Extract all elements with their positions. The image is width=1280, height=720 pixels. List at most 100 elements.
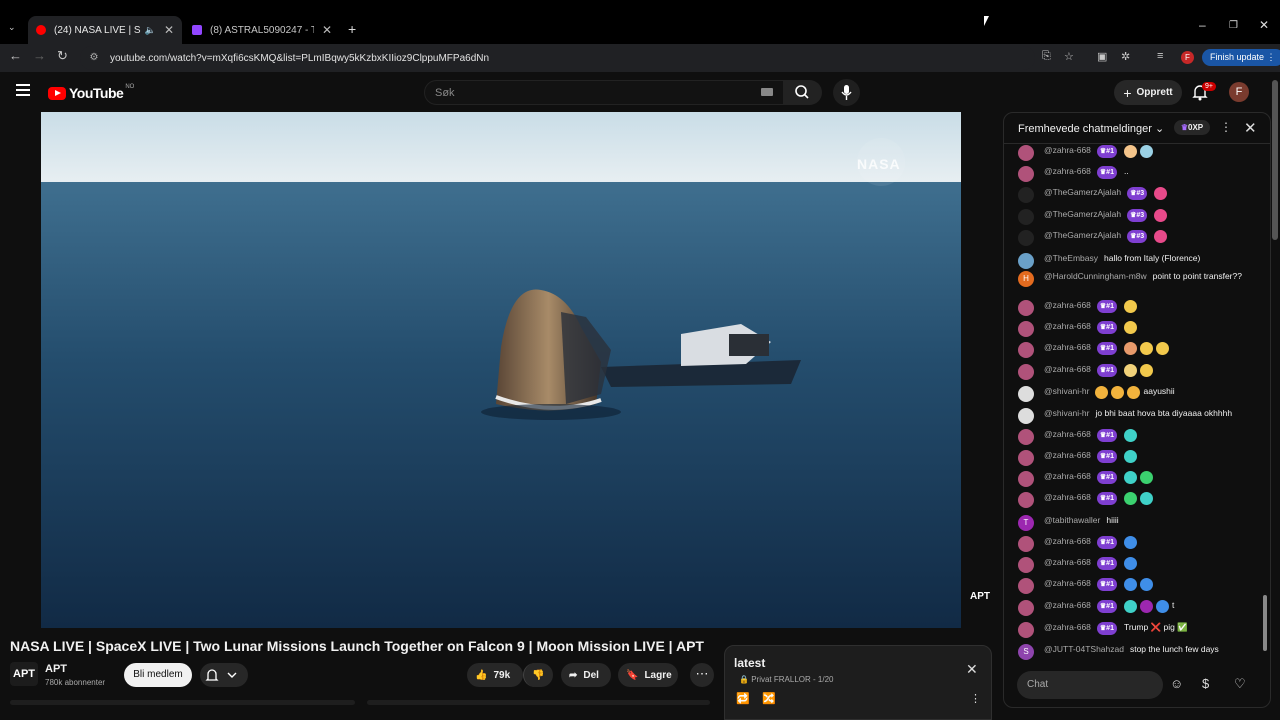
chat-author-name[interactable]: @tabithawaller: [1044, 515, 1100, 525]
media-controls-icon[interactable]: ≡: [1157, 50, 1163, 62]
finish-update-button[interactable]: Finish update ⋮: [1202, 49, 1280, 66]
chat-message[interactable]: @zahra-668 ♛#1..: [1018, 166, 1250, 182]
chat-author-name[interactable]: @zahra-668: [1044, 600, 1091, 610]
chat-author-avatar[interactable]: [1018, 386, 1034, 402]
chat-author-name[interactable]: @zahra-668: [1044, 342, 1091, 352]
chat-message[interactable]: @zahra-668 ♛#1: [1018, 321, 1250, 337]
hamburger-menu-icon[interactable]: [16, 84, 30, 96]
like-button[interactable]: 👍 79k: [467, 663, 523, 687]
chat-author-avatar[interactable]: [1018, 300, 1034, 316]
chat-author-avatar[interactable]: T: [1018, 515, 1034, 531]
chat-author-avatar[interactable]: [1018, 578, 1034, 594]
chat-message[interactable]: @zahra-668 ♛#1: [1018, 300, 1250, 316]
chat-message[interactable]: @zahra-668 ♛#1: [1018, 471, 1250, 487]
forward-arrow-icon[interactable]: →: [33, 48, 46, 63]
chat-message[interactable]: @shivani-hr jo bhi baat hova bta diyaaaa …: [1018, 408, 1250, 424]
chat-author-avatar[interactable]: [1018, 536, 1034, 552]
chat-message[interactable]: S @JUTT-04TShahzad stop the lunch few days: [1018, 644, 1250, 660]
youtube-logo[interactable]: YouTube NO: [48, 84, 134, 101]
chat-menu-icon[interactable]: ⋮: [1220, 120, 1232, 134]
subscription-bell-button[interactable]: [200, 663, 248, 687]
emoji-picker-icon[interactable]: ☺: [1170, 676, 1183, 691]
account-avatar[interactable]: F: [1229, 82, 1249, 102]
chat-message[interactable]: @shivani-hr aayushii: [1018, 386, 1250, 402]
chat-author-name[interactable]: @JUTT-04TShahzad: [1044, 644, 1124, 654]
chat-message[interactable]: @zahra-668 ♛#1: [1018, 364, 1250, 380]
chat-author-avatar[interactable]: [1018, 230, 1034, 246]
chat-author-avatar[interactable]: [1018, 429, 1034, 445]
close-tab-icon[interactable]: ✕: [322, 23, 332, 37]
chat-author-name[interactable]: @shivani-hr: [1044, 386, 1089, 396]
chat-author-name[interactable]: @zahra-668: [1044, 429, 1091, 439]
chat-author-name[interactable]: @TheEmbasy: [1044, 253, 1098, 263]
chat-author-name[interactable]: @TheGamerzAjalah: [1044, 187, 1121, 197]
speaker-icon[interactable]: 🔈: [145, 25, 156, 36]
back-arrow-icon[interactable]: ←: [9, 48, 22, 63]
shuffle-icon[interactable]: 🔀: [762, 692, 776, 705]
minimize-window-icon[interactable]: –: [1199, 18, 1206, 32]
keyboard-icon[interactable]: [761, 88, 773, 96]
bookmark-star-icon[interactable]: ☆: [1064, 50, 1074, 63]
chat-message[interactable]: @zahra-668 ♛#1: [1018, 578, 1250, 594]
channel-watermark[interactable]: APT: [966, 591, 994, 613]
chat-author-avatar[interactable]: [1018, 209, 1034, 225]
chat-author-avatar[interactable]: [1018, 408, 1034, 424]
chat-author-name[interactable]: @zahra-668: [1044, 145, 1091, 155]
chat-author-avatar[interactable]: [1018, 166, 1034, 182]
super-chat-icon[interactable]: $: [1202, 676, 1209, 691]
chat-author-name[interactable]: @zahra-668: [1044, 300, 1091, 310]
chat-author-avatar[interactable]: [1018, 187, 1034, 203]
tab-search-chevron-icon[interactable]: ⌄: [8, 22, 16, 33]
chat-message[interactable]: @zahra-668 ♛#1: [1018, 492, 1250, 508]
share-button[interactable]: ➦ Del: [561, 663, 611, 687]
chat-author-name[interactable]: @HaroldCunningham-m8w: [1044, 271, 1147, 281]
chat-scrollbar[interactable]: [1263, 147, 1267, 662]
site-info-icon[interactable]: ⚙: [88, 52, 100, 64]
tab-groups-icon[interactable]: ▣: [1097, 50, 1107, 63]
chat-author-name[interactable]: @zahra-668: [1044, 578, 1091, 588]
chat-message[interactable]: @zahra-668 ♛#1 Trump ❌ pig ✅: [1018, 622, 1250, 638]
chat-author-name[interactable]: @TheGamerzAjalah: [1044, 230, 1121, 240]
video-player[interactable]: NASA: [41, 112, 961, 628]
chat-author-name[interactable]: @zahra-668: [1044, 321, 1091, 331]
playlist-menu-icon[interactable]: ⋮: [970, 692, 981, 705]
tab-twitch[interactable]: (8) ASTRAL5090247 - Twitch ✕: [184, 16, 340, 44]
dislike-button[interactable]: 👎: [523, 663, 553, 687]
chat-author-avatar[interactable]: [1018, 321, 1034, 337]
heart-icon[interactable]: ♡: [1234, 676, 1246, 692]
chat-author-avatar[interactable]: [1018, 342, 1034, 358]
search-input[interactable]: Søk: [424, 80, 784, 105]
close-chat-icon[interactable]: ✕: [1244, 119, 1257, 137]
chat-message[interactable]: @TheEmbasy hallo from Italy (Florence): [1018, 253, 1250, 269]
chat-author-avatar[interactable]: H: [1018, 271, 1034, 287]
tab-youtube[interactable]: (24) NASA LIVE | SpaceX LIVE 🔈 ✕: [28, 16, 182, 44]
restore-window-icon[interactable]: ❐: [1229, 20, 1238, 31]
chat-author-avatar[interactable]: [1018, 450, 1034, 466]
browser-profile-icon[interactable]: F: [1181, 51, 1194, 64]
chat-author-avatar[interactable]: [1018, 253, 1034, 269]
chat-author-name[interactable]: @TheGamerzAjalah: [1044, 209, 1121, 219]
chat-author-name[interactable]: @zahra-668: [1044, 166, 1091, 176]
chat-message[interactable]: @TheGamerzAjalah ♛#3: [1018, 187, 1250, 203]
chat-message[interactable]: @zahra-668 ♛#1: [1018, 536, 1250, 552]
chat-author-name[interactable]: @shivani-hr: [1044, 408, 1089, 418]
close-playlist-icon[interactable]: ✕: [966, 661, 978, 678]
loop-icon[interactable]: 🔁: [736, 692, 750, 705]
chat-message[interactable]: @zahra-668 ♛#1: [1018, 429, 1250, 445]
chat-message[interactable]: @zahra-668 ♛#1: [1018, 342, 1250, 358]
chat-message[interactable]: @TheGamerzAjalah ♛#3: [1018, 209, 1250, 225]
chat-author-name[interactable]: @zahra-668: [1044, 450, 1091, 460]
chat-author-avatar[interactable]: [1018, 364, 1034, 380]
chat-mode-dropdown[interactable]: Fremhevede chatmeldinger ⌄: [1018, 122, 1164, 135]
install-app-icon[interactable]: ⎘: [1042, 50, 1051, 63]
close-tab-icon[interactable]: ✕: [164, 23, 174, 37]
extensions-puzzle-icon[interactable]: ✲: [1121, 50, 1130, 63]
chat-author-name[interactable]: @zahra-668: [1044, 364, 1091, 374]
chat-message[interactable]: @zahra-668 ♛#1: [1018, 557, 1250, 573]
chat-scrollbar-thumb[interactable]: [1263, 595, 1267, 651]
address-bar[interactable]: ⚙ youtube.com/watch?v=mXqfi6csKMQ&list=P…: [80, 46, 1035, 70]
join-button[interactable]: Bli medlem: [124, 663, 192, 687]
page-scrollbar[interactable]: [1272, 80, 1278, 240]
chat-message[interactable]: @zahra-668 ♛#1: [1018, 145, 1250, 161]
save-button[interactable]: 🔖 Lagre: [618, 663, 678, 687]
